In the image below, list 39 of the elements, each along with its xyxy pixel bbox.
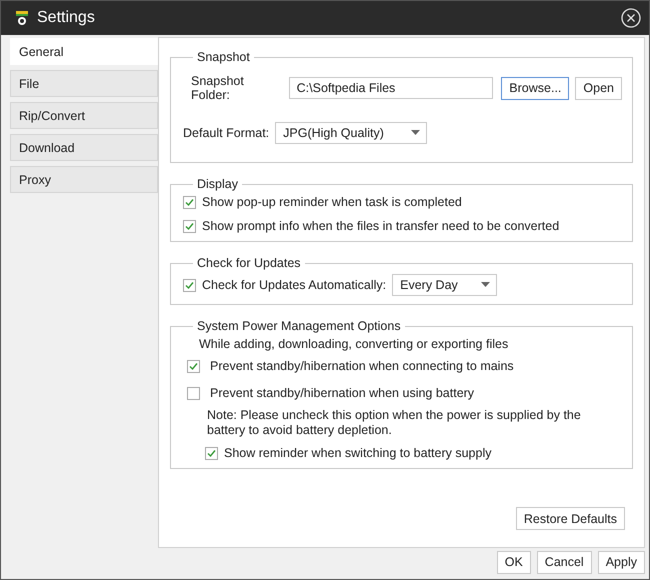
group-title: System Power Management Options [196, 319, 402, 333]
checkbox-label: Check for Updates Automatically: [202, 278, 386, 292]
checkbox-label: Prevent standby/hibernation when connecting to mains [210, 359, 514, 373]
checkbox[interactable] [183, 278, 196, 292]
sidebar-tab[interactable]: File [10, 70, 158, 97]
sidebar-tab[interactable]: Download [10, 134, 158, 161]
frequency-dropdown[interactable]: Every Day [392, 274, 498, 296]
group-title: Snapshot [196, 50, 251, 64]
sidebar-tab[interactable]: General [10, 38, 158, 65]
checkbox[interactable] [205, 446, 218, 460]
open-button[interactable]: Open [575, 76, 622, 100]
checkbox-label: Show reminder when switching to battery supply [224, 446, 492, 460]
field-label: Snapshot Folder: [191, 74, 245, 102]
checkbox[interactable] [183, 196, 196, 208]
browse-button[interactable]: Browse... [501, 76, 570, 100]
group-title: Check for Updates [196, 256, 302, 270]
folder-field[interactable]: C:\Softpedia Files [288, 77, 494, 99]
note-text: Note: Please uncheck this option when the power is supplied by the battery to avoid battery depletion. [207, 408, 582, 438]
checkbox-label: Show pop-up reminder when task is completed [202, 195, 462, 209]
caret-icon [411, 130, 420, 136]
dialog-button[interactable]: Cancel [536, 550, 592, 574]
checkbox[interactable] [187, 360, 200, 372]
sidebar-tab[interactable]: Rip/Convert [10, 102, 158, 129]
window-title: Settings [37, 9, 96, 27]
close-icon[interactable] [621, 8, 641, 28]
group-title: Display [196, 177, 239, 191]
restore-defaults-button[interactable]: Restore Defaults [516, 507, 625, 530]
dialog-button[interactable]: OK [496, 550, 531, 574]
field-label: Default Format: [183, 126, 270, 140]
dialog-button[interactable]: Apply [598, 550, 645, 574]
app-logo-icon [15, 10, 29, 26]
checkbox-label: Prevent standby/hibernation when using battery [210, 386, 474, 400]
sidebar-tab[interactable]: Proxy [10, 166, 158, 193]
format-dropdown[interactable]: JPG(High Quality) [275, 122, 428, 144]
checkbox[interactable] [187, 386, 200, 400]
checkbox[interactable] [183, 220, 196, 232]
section-text: While adding, downloading, converting or exporting files [199, 337, 510, 351]
caret-icon [481, 282, 490, 288]
checkbox-label: Show prompt info when the files in transfer need to be converted [202, 219, 560, 233]
